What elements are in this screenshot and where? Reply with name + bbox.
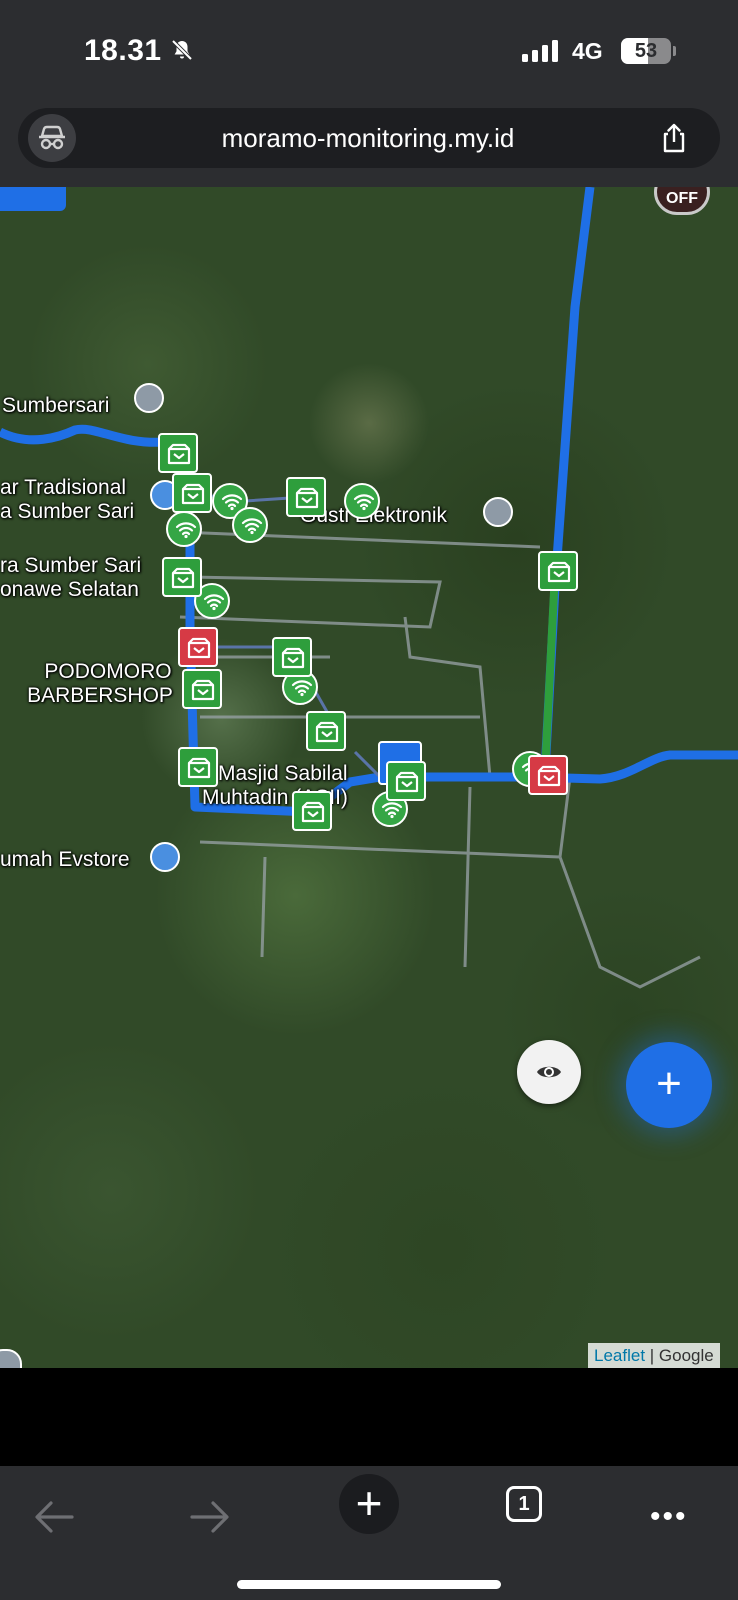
share-icon[interactable]	[658, 122, 690, 154]
forward-arrow-icon[interactable]	[190, 1500, 230, 1534]
back-arrow-icon[interactable]	[34, 1500, 74, 1534]
home-indicator	[237, 1580, 501, 1589]
tabs-button[interactable]: 1	[506, 1486, 542, 1522]
signal-bars-icon	[522, 40, 558, 62]
place-label-pasar-line1: ar Tradisional	[0, 476, 127, 499]
place-label-sumbersari: Sumbersari	[2, 394, 110, 417]
address-bar[interactable]: moramo-monitoring.my.id	[18, 108, 720, 168]
map-view[interactable]: OFF Sumbersari ar Tradisional a Sumber S…	[0, 187, 738, 1368]
leaflet-link[interactable]: Leaflet	[594, 1346, 645, 1365]
battery-nub	[673, 46, 676, 56]
green-route-line	[541, 571, 559, 773]
status-bar: 18.31 4G 53	[0, 0, 738, 100]
eye-icon[interactable]	[517, 1040, 581, 1104]
more-button[interactable]: •••	[650, 1500, 688, 1534]
device-marker-green[interactable]	[272, 637, 312, 677]
landmark-icon[interactable]	[134, 383, 164, 413]
wifi-marker[interactable]	[344, 483, 380, 519]
place-label-desa-line1: ra Sumber Sari	[0, 554, 142, 577]
map-roads	[179, 530, 701, 989]
place-label-evstore: umah Evstore	[0, 848, 130, 871]
battery-percent: 53	[634, 40, 658, 62]
device-marker-green[interactable]	[172, 473, 212, 513]
location-pin-icon[interactable]	[483, 497, 513, 527]
browser-toolbar: + 1 •••	[0, 1466, 738, 1600]
bell-slash-icon	[171, 39, 193, 61]
device-marker-green[interactable]	[292, 791, 332, 831]
add-fab-button[interactable]: +	[626, 1042, 712, 1128]
device-marker-green[interactable]	[386, 761, 426, 801]
battery-icon: 53	[621, 38, 671, 64]
device-marker-green[interactable]	[306, 711, 346, 751]
device-marker-green[interactable]	[178, 747, 218, 787]
map-attribution: Leaflet | Google	[588, 1343, 720, 1368]
map-panel-toggle[interactable]	[0, 187, 66, 211]
url-text[interactable]: moramo-monitoring.my.id	[108, 108, 628, 168]
place-label-pasar-line2: a Sumber Sari	[0, 500, 135, 523]
device-marker-red[interactable]	[178, 627, 218, 667]
incognito-icon[interactable]	[28, 114, 76, 162]
place-label-barbershop-line1: PODOMORO	[44, 660, 172, 683]
shopping-bag-icon[interactable]	[150, 842, 180, 872]
new-tab-button[interactable]: +	[339, 1474, 399, 1534]
page-bottom-blank	[0, 1368, 738, 1466]
place-label-barbershop-line2: BARBERSHOP	[27, 684, 173, 707]
network-type: 4G	[572, 38, 603, 64]
device-marker-green[interactable]	[538, 551, 578, 591]
attribution-separator: |	[645, 1346, 659, 1365]
device-marker-green[interactable]	[162, 557, 202, 597]
device-marker-green[interactable]	[286, 477, 326, 517]
status-time: 18.31	[84, 34, 162, 67]
place-label-desa-line2: onawe Selatan	[0, 578, 139, 601]
map-lines	[0, 187, 738, 989]
browser-address-area: moramo-monitoring.my.id	[0, 100, 738, 187]
wifi-marker[interactable]	[166, 511, 202, 547]
place-label-masjid-line1: Masjid Sabilal	[218, 762, 348, 785]
attribution-provider: Google	[658, 1346, 714, 1365]
device-marker-green[interactable]	[182, 669, 222, 709]
device-marker-red[interactable]	[528, 755, 568, 795]
device-marker-green[interactable]	[158, 433, 198, 473]
wifi-marker[interactable]	[232, 507, 268, 543]
